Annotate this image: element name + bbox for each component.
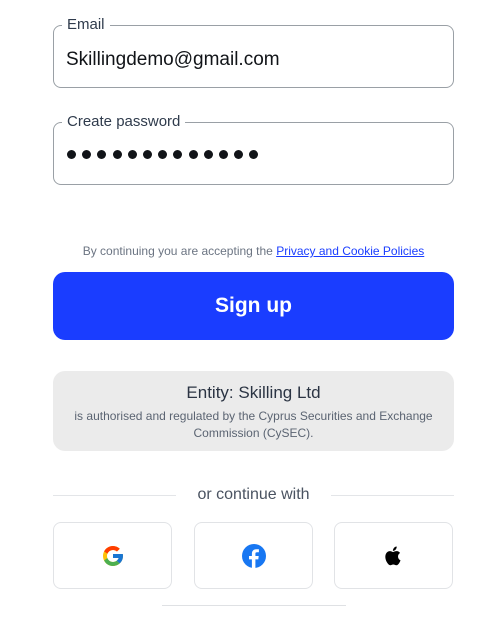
password-dot	[67, 150, 76, 159]
password-dot	[97, 150, 107, 159]
create-password-field[interactable]: Create password	[53, 113, 454, 185]
consent-prefix: By continuing you are accepting the	[82, 244, 277, 258]
email-field[interactable]: Email Skillingdemo@gmail.com	[53, 16, 454, 88]
password-dot	[82, 150, 92, 159]
password-dot	[112, 150, 122, 159]
sign-up-button[interactable]: Sign up	[53, 272, 454, 340]
entity-info-box: Entity: Skilling Ltd is authorised and r…	[53, 371, 454, 451]
password-dot	[188, 150, 198, 159]
facebook-login-button[interactable]	[194, 522, 313, 589]
apple-icon	[384, 546, 401, 565]
password-dot	[127, 150, 137, 159]
facebook-icon	[241, 543, 266, 568]
password-dot	[158, 150, 168, 159]
email-label: Email	[62, 16, 110, 34]
continue-with-divider: or continue with	[53, 485, 454, 507]
privacy-policy-link[interactable]: Privacy and Cookie Policies	[276, 244, 424, 258]
divider-text: or continue with	[197, 486, 310, 503]
password-dot	[142, 150, 152, 159]
entity-description: is authorised and regulated by the Cypru…	[74, 409, 433, 440]
consent-text: By continuing you are accepting the Priv…	[0, 243, 500, 259]
entity-title: Entity: Skilling Ltd	[186, 383, 321, 402]
apple-login-button[interactable]	[334, 522, 453, 589]
google-icon	[102, 545, 123, 566]
create-password-label: Create password	[62, 113, 186, 131]
email-value[interactable]: Skillingdemo@gmail.com	[66, 48, 280, 72]
password-dot	[173, 150, 183, 159]
password-dot	[234, 150, 244, 159]
password-dot	[203, 150, 213, 159]
password-dot	[218, 150, 228, 159]
google-login-button[interactable]	[53, 522, 172, 589]
password-masked-value[interactable]	[67, 150, 259, 159]
bottom-divider	[162, 605, 346, 606]
password-dot	[249, 150, 259, 159]
